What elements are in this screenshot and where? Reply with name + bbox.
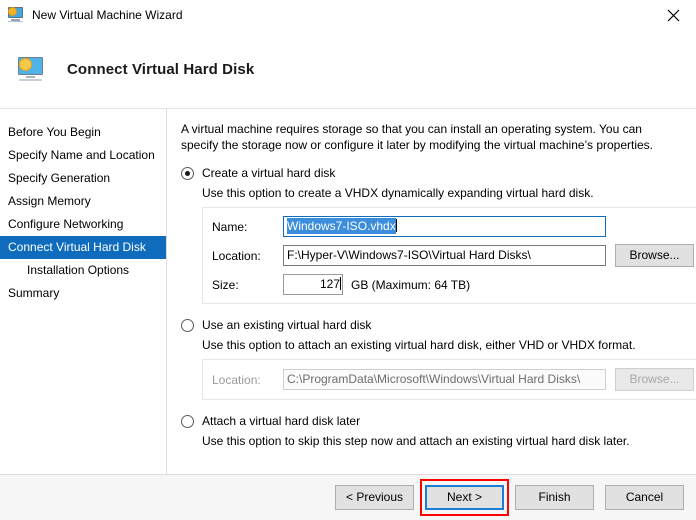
wizard-body: Before You Begin Specify Name and Locati…: [0, 109, 696, 474]
size-caret: [340, 277, 341, 290]
next-button-container: Next >: [425, 485, 504, 510]
option-use-existing-label: Use an existing virtual hard disk: [202, 318, 371, 333]
option-use-existing-description: Use this option to attach an existing vi…: [181, 338, 696, 353]
virtual-machine-icon: [7, 7, 25, 23]
text-caret: [396, 219, 397, 232]
location-label: Location:: [212, 249, 283, 263]
name-label: Name:: [212, 220, 283, 234]
page-title: Connect Virtual Hard Disk: [67, 61, 254, 78]
size-input[interactable]: 127: [283, 274, 343, 295]
sidebar-item-assign-memory[interactable]: Assign Memory: [0, 190, 166, 213]
sidebar-item-specify-name-and-location[interactable]: Specify Name and Location: [0, 144, 166, 167]
next-button[interactable]: Next >: [425, 485, 504, 510]
size-label: Size:: [212, 278, 283, 292]
sidebar-item-installation-options[interactable]: Installation Options: [0, 259, 166, 282]
option-create-new-virtual-hard-disk[interactable]: Create a virtual hard disk: [181, 166, 696, 181]
finish-button[interactable]: Finish: [515, 485, 594, 510]
location-field-row: Location: F:\Hyper-V\Windows7-ISO\Virtua…: [212, 244, 694, 267]
option-use-existing-virtual-hard-disk[interactable]: Use an existing virtual hard disk: [181, 318, 696, 333]
page-header: Connect Virtual Hard Disk: [0, 30, 696, 109]
intro-text: A virtual machine requires storage so th…: [181, 121, 663, 153]
option-create-new-description: Use this option to create a VHDX dynamic…: [181, 186, 696, 201]
location-input[interactable]: F:\Hyper-V\Windows7-ISO\Virtual Hard Dis…: [283, 245, 606, 266]
size-input-value: 127: [320, 277, 340, 291]
browse-location-button[interactable]: Browse...: [615, 244, 694, 267]
title-bar: New Virtual Machine Wizard: [0, 0, 696, 30]
name-input[interactable]: Windows7-ISO.vhdx: [283, 216, 606, 237]
size-units-label: GB (Maximum: 64 TB): [351, 278, 470, 292]
sidebar-item-configure-networking[interactable]: Configure Networking: [0, 213, 166, 236]
wizard-content: A virtual machine requires storage so th…: [167, 109, 696, 474]
radio-create-new-virtual-hard-disk[interactable]: [181, 167, 194, 180]
existing-location-label: Location:: [212, 373, 283, 387]
sidebar-item-summary[interactable]: Summary: [0, 282, 166, 305]
cancel-button[interactable]: Cancel: [605, 485, 684, 510]
sidebar-item-specify-generation[interactable]: Specify Generation: [0, 167, 166, 190]
option-attach-later-label: Attach a virtual hard disk later: [202, 414, 360, 429]
option-create-new-label: Create a virtual hard disk: [202, 166, 335, 181]
window-title: New Virtual Machine Wizard: [32, 0, 183, 30]
radio-attach-later[interactable]: [181, 415, 194, 428]
name-input-value: Windows7-ISO.vhdx: [287, 218, 396, 234]
wizard-footer: < Previous Next > Finish Cancel: [0, 474, 696, 520]
existing-location-input: C:\ProgramData\Microsoft\Windows\Virtual…: [283, 369, 606, 390]
existing-disk-fields: Location: C:\ProgramData\Microsoft\Windo…: [202, 359, 696, 400]
wizard-step-list: Before You Begin Specify Name and Locati…: [0, 109, 167, 474]
browse-existing-location-button: Browse...: [615, 368, 694, 391]
sidebar-item-before-you-begin[interactable]: Before You Begin: [0, 121, 166, 144]
existing-location-field-row: Location: C:\ProgramData\Microsoft\Windo…: [212, 368, 694, 391]
sidebar-item-connect-virtual-hard-disk[interactable]: Connect Virtual Hard Disk: [0, 236, 166, 259]
option-attach-later[interactable]: Attach a virtual hard disk later: [181, 414, 696, 429]
new-virtual-machine-wizard-window: New Virtual Machine Wizard Connect Virtu…: [0, 0, 696, 520]
option-attach-later-description: Use this option to skip this step now an…: [181, 434, 696, 449]
previous-button[interactable]: < Previous: [335, 485, 414, 510]
connect-hard-disk-icon: [16, 56, 46, 82]
radio-use-existing-virtual-hard-disk[interactable]: [181, 319, 194, 332]
create-new-disk-fields: Name: Windows7-ISO.vhdx Location: F:\Hyp…: [202, 207, 696, 304]
name-field-row: Name: Windows7-ISO.vhdx: [212, 216, 694, 237]
size-field-row: Size: 127 GB (Maximum: 64 TB): [212, 274, 694, 295]
close-icon[interactable]: [651, 0, 696, 30]
